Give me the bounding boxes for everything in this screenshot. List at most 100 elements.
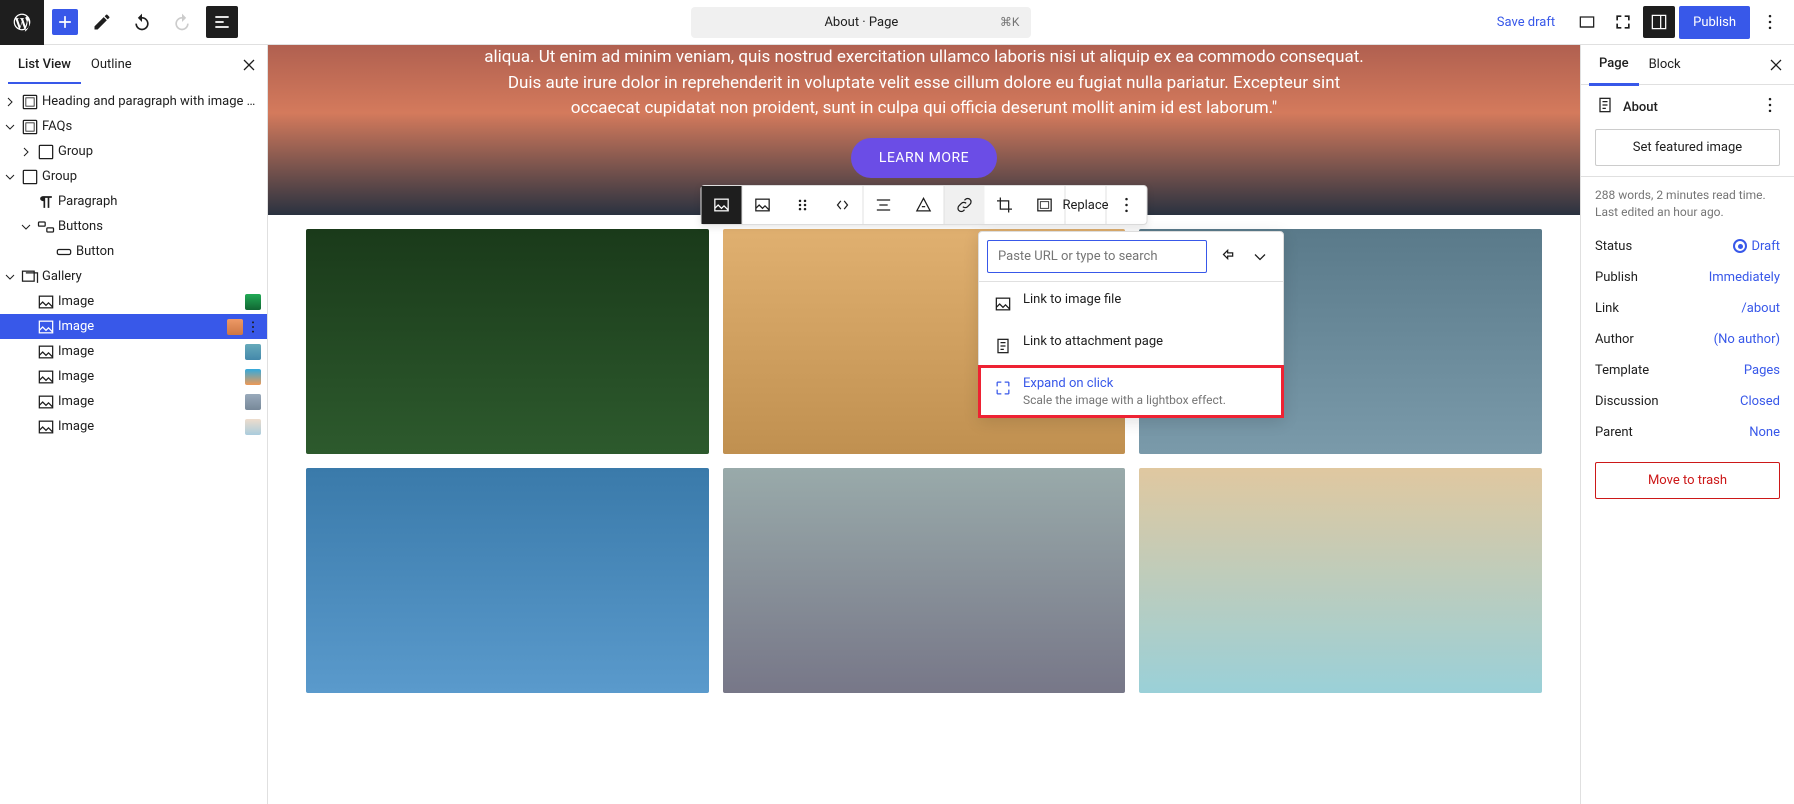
tree-row-button[interactable]: Button xyxy=(0,239,267,264)
add-block-button[interactable] xyxy=(52,9,78,35)
tree-label: Paragraph xyxy=(58,194,261,209)
tree-row-image[interactable]: Image xyxy=(0,389,267,414)
page-title: About xyxy=(1623,100,1658,115)
tree-row-image[interactable]: Image xyxy=(0,414,267,439)
duotone-button[interactable] xyxy=(1025,186,1065,224)
document-title: About · Page xyxy=(824,15,898,30)
tab-outline[interactable]: Outline xyxy=(81,47,142,84)
collapse-icon[interactable] xyxy=(2,269,18,285)
tree-label: Group xyxy=(58,144,261,159)
undo-button[interactable] xyxy=(126,6,158,38)
set-featured-image-button[interactable]: Set featured image xyxy=(1595,129,1780,166)
tree-label: Group xyxy=(42,169,261,184)
tree-row-gallery[interactable]: Gallery xyxy=(0,264,267,289)
tree-label: Image xyxy=(58,294,243,309)
row-options-button[interactable] xyxy=(245,317,261,337)
tree-row-heading-paragraph[interactable]: Heading and paragraph with image on t… xyxy=(0,89,267,114)
status-row[interactable]: StatusDraft xyxy=(1581,231,1794,262)
align-button[interactable] xyxy=(864,186,904,224)
replace-button[interactable]: Replace xyxy=(1066,186,1106,224)
save-draft-button[interactable]: Save draft xyxy=(1485,7,1567,38)
settings-sidebar: Page Block About Set featured image 288 … xyxy=(1580,45,1794,804)
drag-handle[interactable] xyxy=(783,186,823,224)
learn-more-button[interactable]: LEARN MORE xyxy=(851,138,997,178)
tree-row-image-selected[interactable]: Image xyxy=(0,314,267,339)
settings-sidebar-button[interactable] xyxy=(1643,6,1675,38)
button-icon xyxy=(54,242,74,262)
gallery-icon xyxy=(20,267,40,287)
fullscreen-button[interactable] xyxy=(1607,6,1639,38)
link-row[interactable]: Link/about xyxy=(1581,293,1794,324)
fullscreen-icon xyxy=(993,378,1013,398)
expand-icon[interactable] xyxy=(18,144,34,160)
crop-button[interactable] xyxy=(985,186,1025,224)
view-button[interactable] xyxy=(1571,6,1603,38)
tree-row-image[interactable]: Image xyxy=(0,339,267,364)
tab-block[interactable]: Block xyxy=(1639,45,1691,84)
link-option-image-file[interactable]: Link to image file xyxy=(979,282,1283,324)
image-icon xyxy=(36,317,56,337)
tab-page[interactable]: Page xyxy=(1589,45,1639,86)
page-actions-button[interactable] xyxy=(1760,95,1780,119)
link-option-expand-on-click[interactable]: Expand on click Scale the image with a l… xyxy=(979,366,1283,417)
options-button[interactable] xyxy=(1754,6,1786,38)
tree-row-group-inner[interactable]: Group xyxy=(0,139,267,164)
gallery-image[interactable] xyxy=(1139,468,1542,693)
collapse-icon[interactable] xyxy=(2,169,18,185)
image-thumbnail xyxy=(245,294,261,310)
close-settings-button[interactable] xyxy=(1762,51,1790,79)
parent-block-button[interactable] xyxy=(702,186,742,224)
tree-label: Button xyxy=(76,244,261,259)
publish-row[interactable]: PublishImmediately xyxy=(1581,262,1794,293)
publish-button[interactable]: Publish xyxy=(1679,6,1750,39)
tree-row-group[interactable]: Group xyxy=(0,164,267,189)
document-title-bar[interactable]: About · Page ⌘K xyxy=(691,7,1031,38)
edit-tool-button[interactable] xyxy=(86,6,118,38)
tree-label: Heading and paragraph with image on t… xyxy=(42,94,261,109)
link-settings-toggle[interactable] xyxy=(1245,241,1275,273)
image-icon xyxy=(36,392,56,412)
tree-row-buttons[interactable]: Buttons xyxy=(0,214,267,239)
template-row[interactable]: TemplatePages xyxy=(1581,355,1794,386)
command-shortcut: ⌘K xyxy=(1000,15,1020,29)
document-overview-panel: List View Outline Heading and paragraph … xyxy=(0,45,268,804)
editor-canvas[interactable]: aliqua. Ut enim ad minim veniam, quis no… xyxy=(268,45,1580,804)
collapse-icon[interactable] xyxy=(18,219,34,235)
close-panel-button[interactable] xyxy=(235,51,263,79)
document-overview-button[interactable] xyxy=(206,6,238,38)
submit-link-button[interactable] xyxy=(1211,241,1241,273)
redo-button[interactable] xyxy=(166,6,198,38)
tree-row-faqs[interactable]: FAQs xyxy=(0,114,267,139)
tree-row-image[interactable]: Image xyxy=(0,364,267,389)
group-icon xyxy=(20,167,40,187)
tab-list-view[interactable]: List View xyxy=(8,47,81,84)
hero-text[interactable]: aliqua. Ut enim ad minim veniam, quis no… xyxy=(484,45,1364,122)
link-option-attachment-page[interactable]: Link to attachment page xyxy=(979,324,1283,366)
image-icon xyxy=(36,367,56,387)
move-buttons[interactable] xyxy=(823,186,863,224)
block-type-button[interactable] xyxy=(743,186,783,224)
link-button[interactable] xyxy=(945,186,985,224)
tree-label: Image xyxy=(58,319,225,334)
move-to-trash-button[interactable]: Move to trash xyxy=(1595,462,1780,499)
gallery-image[interactable] xyxy=(306,229,709,454)
tree-row-image[interactable]: Image xyxy=(0,289,267,314)
link-url-input[interactable] xyxy=(987,240,1207,273)
gallery-image[interactable] xyxy=(723,468,1126,693)
parent-row[interactable]: ParentNone xyxy=(1581,417,1794,448)
gallery-block[interactable] xyxy=(268,215,1580,713)
collapse-icon[interactable] xyxy=(2,119,18,135)
tree-row-paragraph[interactable]: Paragraph xyxy=(0,189,267,214)
discussion-row[interactable]: DiscussionClosed xyxy=(1581,386,1794,417)
gallery-image[interactable] xyxy=(306,468,709,693)
author-row[interactable]: Author(No author) xyxy=(1581,324,1794,355)
wordpress-logo[interactable] xyxy=(0,0,44,45)
tree-label: Image xyxy=(58,344,243,359)
tree-label: Image xyxy=(58,394,243,409)
caption-button[interactable] xyxy=(904,186,944,224)
block-options-button[interactable] xyxy=(1107,186,1147,224)
paragraph-icon xyxy=(36,192,56,212)
topbar: About · Page ⌘K Save draft Publish xyxy=(0,0,1794,45)
expand-icon[interactable] xyxy=(2,94,18,110)
link-option-label: Link to attachment page xyxy=(1023,334,1163,349)
